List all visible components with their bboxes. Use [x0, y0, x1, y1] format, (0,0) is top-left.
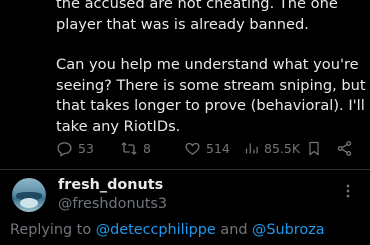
avatar[interactable] [12, 178, 46, 212]
share-button[interactable] [336, 138, 353, 158]
tweet-paragraph-1: the accused are not cheating. The one pl… [56, 0, 338, 33]
views-icon [245, 143, 258, 153]
reply-count: 53 [78, 140, 94, 156]
reply-icon [57, 141, 72, 157]
bookmark-button[interactable] [306, 138, 322, 158]
retweet-button[interactable]: 8 [120, 138, 151, 158]
views-count: 85.5K [264, 140, 301, 156]
retweet-icon [121, 141, 137, 155]
tweet-paragraph-2: Can you help me understand what you're s… [56, 56, 366, 135]
tweet-action-bar: 53 8 514 85.5K [56, 138, 356, 158]
mention-link-2[interactable]: @Subroza [252, 222, 325, 238]
mention-link-1[interactable]: @deteccphilippe [96, 222, 216, 238]
retweet-count: 8 [143, 140, 151, 156]
like-button[interactable]: 514 [184, 138, 230, 158]
reply-author-handle[interactable]: @freshdonuts3 [58, 196, 167, 212]
replying-to-line: Replying to @deteccphilippe and @Subroza [10, 222, 325, 238]
replying-to-conjunction: and [220, 222, 248, 238]
bookmark-icon [309, 141, 319, 156]
divider [0, 169, 370, 170]
like-count: 514 [206, 140, 230, 156]
more-options-icon[interactable] [345, 183, 351, 199]
like-icon [185, 142, 200, 155]
views-button[interactable]: 85.5K [244, 138, 300, 158]
share-icon [337, 140, 352, 156]
reply-button[interactable]: 53 [56, 138, 94, 158]
replying-to-prefix: Replying to [10, 222, 92, 238]
tweet-text: the accused are not cheating. The one pl… [56, 0, 368, 137]
reply-author-name[interactable]: fresh_donuts [58, 177, 163, 193]
